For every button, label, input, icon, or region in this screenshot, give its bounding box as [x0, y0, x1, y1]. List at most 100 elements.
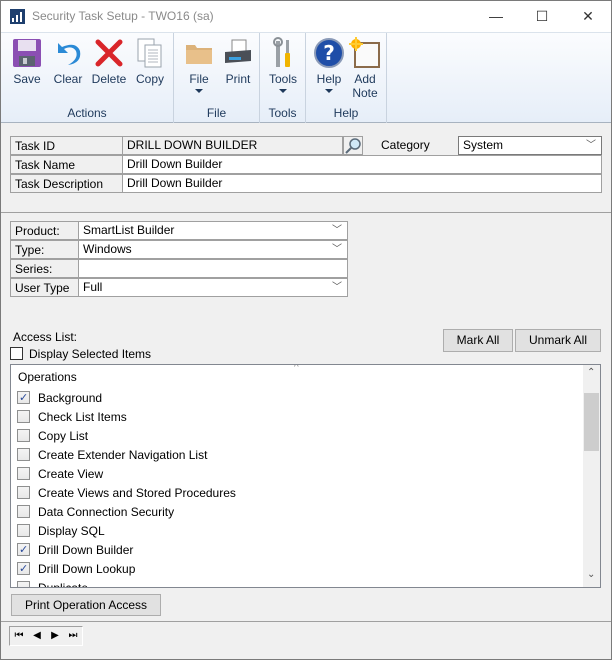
operation-label: Background	[38, 391, 103, 405]
task-id-label: Task ID	[10, 136, 123, 155]
product-dropdown[interactable]: SmartList Builder ﹀	[78, 221, 348, 240]
task-name-field[interactable]: Drill Down Builder	[122, 155, 602, 174]
svg-text:?: ?	[323, 41, 335, 65]
close-button[interactable]: ✕	[565, 1, 611, 32]
checkbox-icon	[10, 347, 23, 360]
operation-checkbox[interactable]	[17, 410, 30, 423]
list-item[interactable]: Create Views and Stored Procedures	[17, 484, 236, 503]
operation-label: Create View	[38, 467, 104, 481]
task-description-label: Task Description	[10, 174, 123, 193]
scrollbar-thumb[interactable]	[584, 393, 599, 451]
undo-icon	[52, 37, 84, 69]
type-dropdown[interactable]: Windows ﹀	[78, 240, 348, 259]
access-list-label: Access List:	[13, 330, 78, 344]
previous-record-button[interactable]: ◀	[30, 629, 44, 643]
list-item[interactable]: Display SQL	[17, 522, 105, 541]
security-task-setup-window: Security Task Setup - TWO16 (sa) — ☐ ✕ S…	[0, 0, 612, 660]
delete-button[interactable]: Delete	[90, 37, 128, 86]
operation-label: Drill Down Lookup	[38, 562, 136, 576]
chevron-down-icon: ﹀	[332, 244, 342, 255]
display-selected-items-checkbox[interactable]: Display Selected Items	[10, 347, 151, 362]
operation-label: Duplicate	[38, 581, 89, 588]
mark-all-button[interactable]: Mark All	[443, 329, 513, 352]
print-operation-access-button[interactable]: Print Operation Access	[11, 594, 161, 616]
window-title: Security Task Setup - TWO16 (sa)	[32, 9, 214, 23]
operations-list[interactable]: ^ Operations Background Check List Items C…	[10, 364, 601, 588]
operation-label: Copy List	[38, 429, 89, 443]
list-item[interactable]: Drill Down Builder	[17, 541, 133, 560]
operation-checkbox[interactable]	[17, 524, 30, 537]
help-menu-button[interactable]: ? Help	[310, 37, 348, 93]
list-item[interactable]: Data Connection Security	[17, 503, 174, 522]
printer-icon	[222, 37, 254, 69]
next-record-button[interactable]: ▶	[48, 629, 62, 643]
ribbon-toolbar: Save Clear Delete Copy Actions File Prin…	[1, 32, 611, 123]
operation-checkbox[interactable]	[17, 581, 30, 587]
operation-checkbox[interactable]	[17, 541, 30, 560]
operation-checkbox[interactable]	[17, 448, 30, 461]
operation-label: Create Extender Navigation List	[38, 448, 208, 462]
print-button[interactable]: Print	[219, 37, 257, 86]
task-section: Task ID DRILL DOWN BUILDER Category Syst…	[1, 123, 611, 213]
operation-checkbox[interactable]	[17, 486, 30, 499]
help-icon: ?	[313, 37, 345, 69]
operation-checkbox[interactable]	[17, 429, 30, 442]
category-label: Category	[381, 138, 430, 152]
list-item[interactable]: Check List Items	[17, 408, 127, 427]
operation-checkbox[interactable]	[17, 389, 30, 408]
unmark-all-button[interactable]: Unmark All	[515, 329, 601, 352]
scroll-up-icon[interactable]: ⌃	[587, 367, 595, 378]
group-label-help: Help	[333, 106, 359, 120]
ribbon-group-file: File Print File	[174, 33, 260, 123]
clear-button[interactable]: Clear	[49, 37, 87, 86]
task-name-label: Task Name	[10, 155, 123, 174]
vertical-scrollbar[interactable]: ⌃ ⌄	[583, 365, 600, 587]
add-note-icon	[349, 37, 381, 69]
task-description-field[interactable]: Drill Down Builder	[122, 174, 602, 193]
operation-checkbox[interactable]	[17, 467, 30, 480]
ribbon-group-actions: Save Clear Delete Copy Actions	[1, 33, 174, 123]
group-label-actions: Actions	[67, 106, 107, 120]
chevron-down-icon	[325, 89, 333, 93]
file-menu-button[interactable]: File	[180, 37, 218, 93]
list-header-operations[interactable]: Operations	[18, 368, 77, 387]
ribbon-group-tools: Tools Tools	[260, 33, 306, 123]
task-id-lookup-button[interactable]	[343, 136, 363, 155]
group-label-tools: Tools	[268, 106, 297, 120]
group-label-file: File	[206, 106, 227, 120]
operation-checkbox[interactable]	[17, 505, 30, 518]
maximize-button[interactable]: ☐	[519, 1, 565, 32]
list-item[interactable]: Duplicate	[17, 579, 89, 588]
divider	[1, 621, 611, 622]
minimize-button[interactable]: —	[473, 1, 519, 32]
operation-checkbox[interactable]	[17, 560, 30, 579]
tools-menu-button[interactable]: Tools	[264, 37, 302, 93]
series-field[interactable]	[78, 259, 348, 278]
chevron-down-icon	[279, 89, 287, 93]
copy-button[interactable]: Copy	[131, 37, 169, 86]
chevron-down-icon: ﹀	[586, 140, 596, 151]
ribbon-group-help: ? Help Add Note Help	[306, 33, 387, 123]
record-navigation: ⏮ ◀ ▶ ⏭	[9, 626, 83, 646]
task-id-field[interactable]: DRILL DOWN BUILDER	[122, 136, 343, 155]
save-button[interactable]: Save	[8, 37, 46, 86]
app-icon	[10, 9, 25, 24]
list-item[interactable]: Drill Down Lookup	[17, 560, 135, 579]
last-record-button[interactable]: ⏭	[66, 629, 80, 643]
user-type-dropdown[interactable]: Full ﹀	[78, 278, 348, 297]
title-bar: Security Task Setup - TWO16 (sa) — ☐ ✕	[1, 1, 611, 32]
scroll-down-icon[interactable]: ⌄	[587, 569, 595, 580]
list-item[interactable]: Copy List	[17, 427, 88, 446]
list-item[interactable]: Create View	[17, 465, 103, 484]
tools-icon	[267, 37, 299, 69]
chevron-down-icon	[195, 89, 203, 93]
operation-label: Create Views and Stored Procedures	[38, 486, 236, 500]
type-label: Type:	[10, 240, 79, 259]
save-icon	[11, 37, 43, 69]
list-item[interactable]: Create Extender Navigation List	[17, 446, 207, 465]
first-record-button[interactable]: ⏮	[12, 629, 26, 643]
delete-icon	[93, 37, 125, 69]
category-dropdown[interactable]: System ﹀	[458, 136, 602, 155]
add-note-button[interactable]: Add Note	[346, 37, 384, 100]
list-item[interactable]: Background	[17, 389, 102, 408]
